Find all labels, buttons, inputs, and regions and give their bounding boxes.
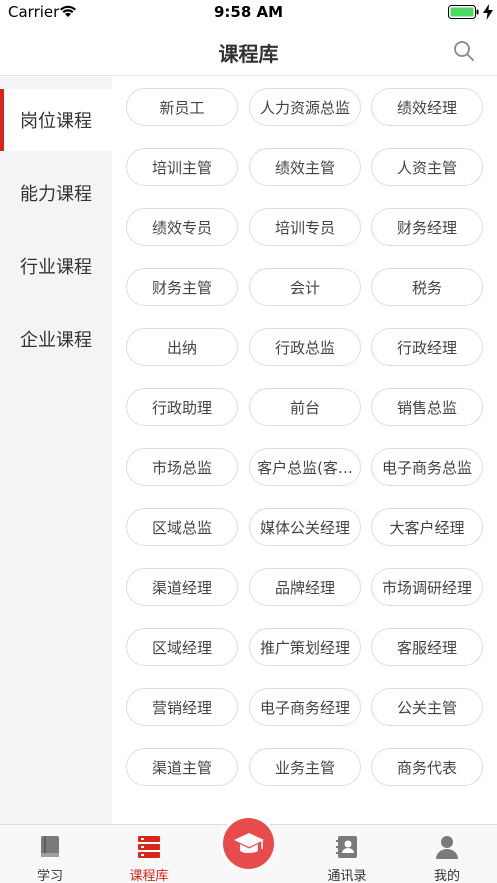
book-icon xyxy=(41,836,59,857)
course-chip[interactable]: 培训专员 xyxy=(249,208,361,246)
course-chip[interactable]: 行政助理 xyxy=(126,388,238,426)
course-chip[interactable]: 税务 xyxy=(371,268,483,306)
course-chip[interactable]: 行政经理 xyxy=(371,328,483,366)
center-action-button[interactable] xyxy=(220,815,277,872)
sidebar-item-ability-courses[interactable]: 能力课程 xyxy=(0,162,112,224)
course-chip[interactable]: 前台 xyxy=(249,388,361,426)
contacts-icon xyxy=(336,836,357,858)
course-chip[interactable]: 区域总监 xyxy=(126,508,238,546)
course-library-icon xyxy=(138,836,160,858)
course-chip[interactable]: 销售总监 xyxy=(371,388,483,426)
sidebar-item-label: 能力课程 xyxy=(20,184,92,205)
battery-icon xyxy=(448,5,479,19)
course-chip[interactable]: 电子商务总监 xyxy=(371,448,483,486)
course-chip[interactable]: 大客户经理 xyxy=(371,508,483,546)
center-action-circle xyxy=(223,818,274,869)
tab-contacts[interactable]: 通讯录 xyxy=(297,825,397,883)
course-chip[interactable]: 绩效经理 xyxy=(371,88,483,126)
course-chip[interactable]: 会计 xyxy=(249,268,361,306)
sidebar-item-position-courses[interactable]: 岗位课程 xyxy=(0,89,112,151)
course-chip[interactable]: 公关主管 xyxy=(371,688,483,726)
page-title: 课程库 xyxy=(218,42,279,66)
tab-study[interactable]: 学习 xyxy=(0,825,100,883)
status-bar: Carrier 9:58 AM xyxy=(0,0,497,26)
course-library-screen: Carrier 9:58 AM 课程库 岗位课程 能力课程 行业课程 企业课程 … xyxy=(0,0,497,883)
category-sidebar: 岗位课程 能力课程 行业课程 企业课程 xyxy=(0,77,112,824)
course-chip[interactable]: 绩效专员 xyxy=(126,208,238,246)
charging-icon xyxy=(483,4,493,20)
sidebar-item-industry-courses[interactable]: 行业课程 xyxy=(0,235,112,297)
course-chip[interactable]: 培训主管 xyxy=(126,148,238,186)
course-chip[interactable]: 出纳 xyxy=(126,328,238,366)
course-chip[interactable]: 品牌经理 xyxy=(249,568,361,606)
tab-label: 我的 xyxy=(433,869,460,883)
course-chip[interactable]: 区域经理 xyxy=(126,628,238,666)
course-chip[interactable]: 人资主管 xyxy=(371,148,483,186)
tab-label: 课程库 xyxy=(129,869,169,883)
course-chip[interactable]: 市场总监 xyxy=(126,448,238,486)
course-chip[interactable]: 渠道经理 xyxy=(126,568,238,606)
search-icon[interactable] xyxy=(452,39,476,63)
course-chip[interactable]: 媒体公关经理 xyxy=(249,508,361,546)
tab-mine[interactable]: 我的 xyxy=(397,825,497,883)
person-icon xyxy=(436,836,458,859)
course-chip[interactable]: 财务经理 xyxy=(371,208,483,246)
sidebar-item-label: 行业课程 xyxy=(20,257,92,278)
tab-label: 学习 xyxy=(36,869,63,883)
course-chip[interactable]: 客服经理 xyxy=(371,628,483,666)
tab-course-library[interactable]: 课程库 xyxy=(99,825,199,883)
course-grid: 新员工 人力资源总监 绩效经理培训主管 绩效主管 人资主管绩效专员 培训专员 财务经理财务主… xyxy=(112,77,497,824)
course-chip[interactable]: 渠道主管 xyxy=(126,748,238,786)
course-chip[interactable]: 客户总监(客… xyxy=(249,448,361,486)
clock: 9:58 AM xyxy=(213,3,284,21)
course-chip[interactable]: 行政总监 xyxy=(249,328,361,366)
sidebar-item-label: 岗位课程 xyxy=(20,111,92,132)
course-chip[interactable]: 新员工 xyxy=(126,88,238,126)
nav-bar: 课程库 xyxy=(0,26,497,76)
course-chip[interactable]: 市场调研经理 xyxy=(371,568,483,606)
course-chip[interactable]: 绩效主管 xyxy=(249,148,361,186)
course-chip[interactable]: 电子商务经理 xyxy=(249,688,361,726)
course-chip[interactable]: 人力资源总监 xyxy=(249,88,361,126)
course-chip[interactable]: 财务主管 xyxy=(126,268,238,306)
course-chip[interactable]: 业务主管 xyxy=(249,748,361,786)
sidebar-item-label: 企业课程 xyxy=(20,330,92,351)
tab-label: 通讯录 xyxy=(327,869,367,883)
course-chip[interactable]: 营销经理 xyxy=(126,688,238,726)
sidebar-item-enterprise-courses[interactable]: 企业课程 xyxy=(0,308,112,370)
course-chip[interactable]: 商务代表 xyxy=(371,748,483,786)
course-chip[interactable]: 推广策划经理 xyxy=(249,628,361,666)
graduation-cap-icon xyxy=(233,832,264,853)
